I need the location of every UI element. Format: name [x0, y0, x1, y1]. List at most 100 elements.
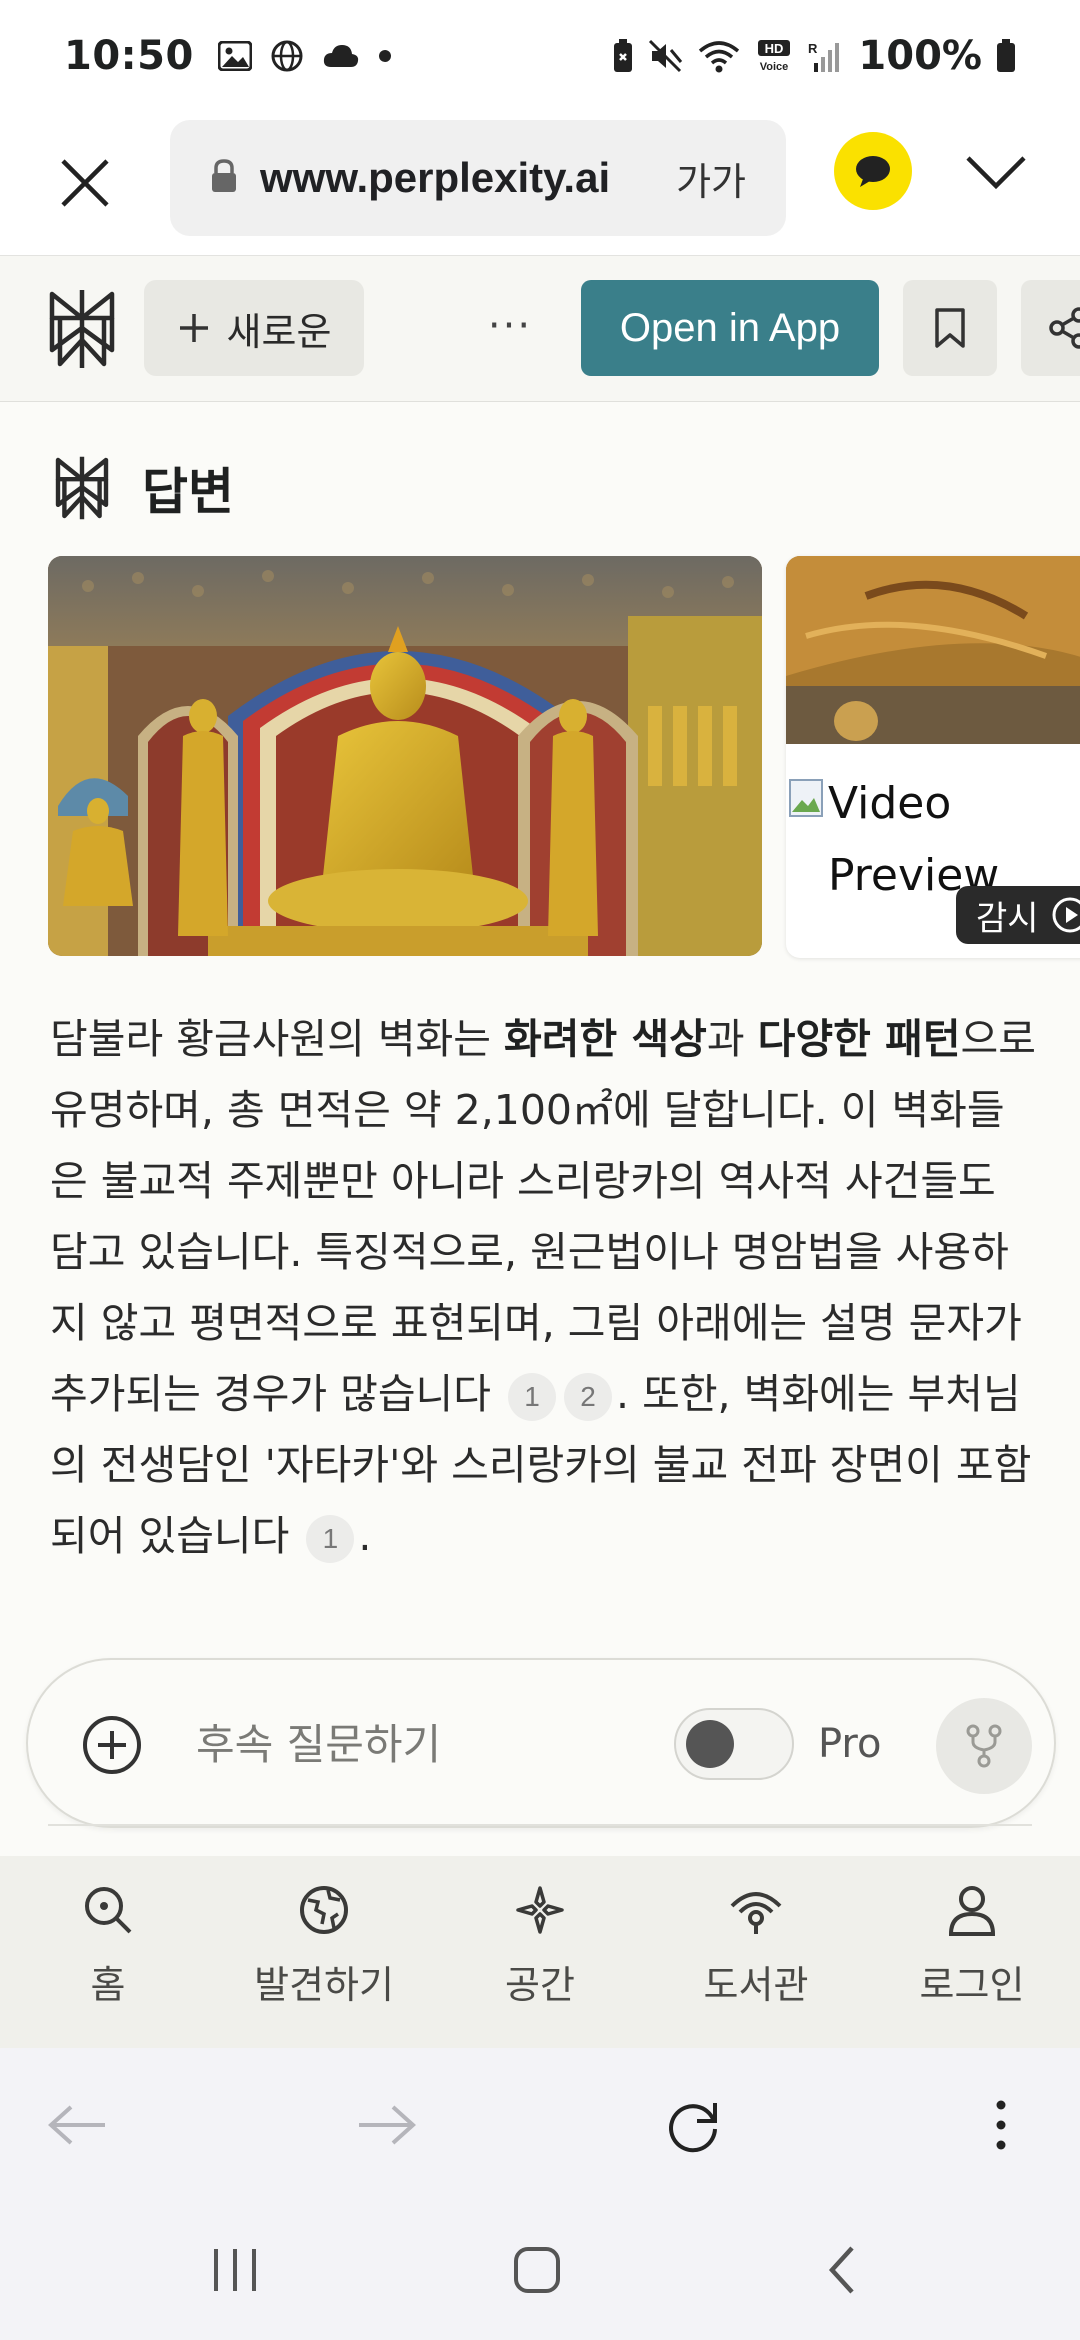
- citation-badge[interactable]: 1: [508, 1373, 557, 1421]
- nav-item-spaces[interactable]: 공간: [432, 1856, 648, 2048]
- spaces-sparkle-icon: [516, 1886, 564, 1934]
- wifi-icon: [698, 39, 740, 73]
- plus-icon: [179, 314, 208, 342]
- submit-button[interactable]: [936, 1698, 1032, 1794]
- home-square-icon: [514, 2247, 560, 2293]
- answer-heading: 답변: [50, 448, 234, 528]
- followup-input-bar: 후속 질문하기 Pro: [26, 1658, 1056, 1828]
- nav-label-login: 로그인: [919, 1963, 1025, 2007]
- pro-label: Pro: [818, 1721, 882, 1767]
- broken-image-icon: [789, 779, 823, 817]
- share-button[interactable]: [1021, 280, 1080, 376]
- home-search-icon: [85, 1887, 132, 1934]
- open-in-app-button[interactable]: Open in App: [581, 280, 879, 376]
- arrow-right-icon: [359, 2105, 416, 2145]
- fork-icon: [966, 1724, 1002, 1768]
- forward-button[interactable]: [356, 2094, 418, 2156]
- answer-bold-colors: 화려한 색상: [504, 1015, 707, 1063]
- svg-text:HD: HD: [765, 41, 784, 56]
- new-thread-button[interactable]: 새로운: [144, 280, 364, 376]
- answer-paragraph: 담불라 황금사원의 벽화는 화려한 색상과 다양한 패턴으로 유명하며, 총 면…: [50, 1004, 1040, 1572]
- close-tab-button[interactable]: [50, 148, 120, 218]
- watch-video-button[interactable]: 감시: [956, 886, 1080, 944]
- user-icon: [948, 1886, 996, 1936]
- browser-menu-button[interactable]: [970, 2094, 1032, 2156]
- recent-apps-button[interactable]: [200, 2240, 270, 2300]
- status-time: 10:50: [64, 33, 194, 79]
- nav-item-discover[interactable]: 발견하기: [216, 1856, 432, 2048]
- nav-item-login[interactable]: 로그인: [864, 1856, 1080, 2048]
- reload-icon: [669, 2103, 717, 2153]
- answer-text-1: 담불라 황금사원의 벽화는: [50, 1015, 505, 1063]
- kakao-talk-button[interactable]: [834, 132, 912, 210]
- attach-button[interactable]: [80, 1713, 144, 1777]
- arrow-left-icon: [48, 2105, 105, 2145]
- answer-text-5: .: [358, 1512, 372, 1560]
- lock-battery-icon: [612, 38, 634, 74]
- url-text: www.perplexity.ai: [260, 154, 611, 201]
- svg-text:R: R: [808, 41, 818, 56]
- browser-bottom-bar: [0, 2048, 1080, 2200]
- chevron-down-icon: [966, 156, 1026, 190]
- bookmark-icon: [935, 308, 965, 348]
- divider: [48, 1824, 1032, 1826]
- nav-label-spaces: 공간: [505, 1963, 575, 2007]
- back-button[interactable]: [46, 2094, 108, 2156]
- pro-toggle[interactable]: [674, 1708, 794, 1780]
- discover-globe-icon: [300, 1886, 348, 1934]
- cloud-icon: [322, 43, 360, 69]
- app-header: 새로운 ··· Open in App: [0, 256, 1080, 402]
- address-field[interactable]: www.perplexity.ai 가가: [170, 120, 786, 236]
- watch-label: 감시: [976, 898, 1039, 939]
- share-icon: [1049, 307, 1080, 349]
- chat-bubble-icon: [856, 156, 890, 187]
- expand-toolbar-button[interactable]: [960, 142, 1032, 202]
- toggle-knob: [686, 1720, 734, 1768]
- nav-label-discover: 발견하기: [254, 1963, 394, 2007]
- mute-icon: [648, 39, 684, 73]
- text-size-button[interactable]: 가가: [676, 151, 746, 206]
- citation-badge[interactable]: 2: [564, 1373, 613, 1421]
- citation-badge[interactable]: 1: [306, 1515, 355, 1563]
- video-thumbnail: [786, 556, 1080, 744]
- answer-text-2: 과: [706, 1015, 758, 1063]
- signal-icon: R: [808, 39, 844, 73]
- answer-text-3: 으로 유명하며, 총 면적은 약 2,100㎡에 달합니다. 이 벽화들은 불교…: [50, 1015, 1036, 1418]
- chevron-left-icon: [828, 2246, 854, 2294]
- perplexity-logo-icon[interactable]: [44, 284, 124, 374]
- system-back-button[interactable]: [806, 2240, 876, 2300]
- video-card[interactable]: Video Preview 감시: [786, 556, 1080, 958]
- svg-text:Voice: Voice: [760, 61, 789, 73]
- app-bottom-nav: 홈 발견하기 공간 도서관 로그인: [0, 1856, 1080, 2048]
- reload-button[interactable]: [662, 2094, 724, 2156]
- answer-bold-patterns: 다양한 패턴: [757, 1015, 961, 1063]
- home-button[interactable]: [502, 2240, 572, 2300]
- status-left-icons: [217, 39, 392, 73]
- more-vert-icon: [996, 2100, 1006, 2150]
- new-thread-label: 새로운: [226, 309, 332, 354]
- nav-label-library: 도서관: [703, 1963, 809, 2007]
- system-nav-bar: [0, 2200, 1080, 2340]
- nav-item-library[interactable]: 도서관: [648, 1856, 864, 2048]
- library-icon: [730, 1892, 782, 1934]
- battery-icon: [996, 39, 1016, 73]
- nav-label-home: 홈: [90, 1963, 126, 2007]
- status-right: HD Voice R 100%: [612, 33, 1016, 79]
- followup-input[interactable]: 후속 질문하기: [196, 1712, 441, 1778]
- nav-item-home[interactable]: 홈: [0, 1856, 216, 2048]
- temple-mural-image[interactable]: [48, 556, 762, 956]
- more-options-button[interactable]: ···: [478, 296, 542, 356]
- lock-icon: [210, 158, 238, 198]
- browser-url-bar: www.perplexity.ai 가가: [0, 112, 1080, 256]
- answer-heading-label: 답변: [142, 463, 234, 521]
- gallery-icon: [217, 41, 252, 71]
- recent-apps-icon: [214, 2249, 256, 2291]
- play-circle-icon: [1052, 897, 1080, 933]
- plus-circle-icon: [83, 1716, 141, 1774]
- status-bar: 10:50 HD Voice R 100%: [0, 0, 1080, 112]
- dot-icon: [378, 49, 392, 63]
- perplexity-answer-icon: [55, 456, 109, 520]
- battery-percent: 100%: [858, 33, 982, 79]
- bookmark-button[interactable]: [903, 280, 997, 376]
- close-icon: [61, 159, 109, 207]
